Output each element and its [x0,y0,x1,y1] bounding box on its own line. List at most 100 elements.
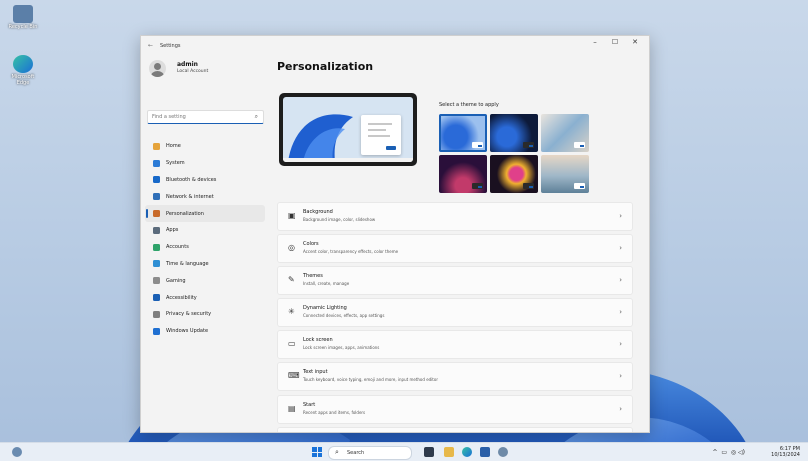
sidebar-item-label: Gaming [166,277,186,284]
sidebar-item-system[interactable]: System [145,155,265,172]
settings-row-colors[interactable]: ◎ Colors Accent color, transparency effect… [277,234,633,264]
store-icon[interactable] [480,447,490,457]
sidebar-item-network-internet[interactable]: Network & internet [145,188,265,205]
sidebar-item-home[interactable]: Home [145,138,265,155]
sidebar-item-windows-update[interactable]: Windows Update [145,323,265,340]
sidebar-item-label: Accessibility [166,294,197,301]
chevron-right-icon: › [619,372,622,381]
search-placeholder: Find a setting [152,114,186,120]
theme-thumb-windows-dark[interactable] [490,114,538,152]
volume-icon[interactable]: ◁) [738,449,745,456]
sidebar-item-personalization[interactable]: Personalization [145,205,265,222]
globe-icon [153,260,160,268]
settings-row-dynamic-lighting[interactable]: ✳ Dynamic Lighting Connected devices, effe… [277,298,633,328]
search-icon: ⌕ [254,113,258,120]
accessibility-icon [153,294,160,302]
setting-description: Touch keyboard, voice typing, emoji and … [303,377,438,383]
settings-app-icon[interactable] [498,447,508,457]
sidebar-item-accessibility[interactable]: Accessibility [145,289,265,306]
network-icon[interactable]: ◎ [731,449,736,456]
maximize-button[interactable]: ☐ [605,38,625,46]
edge-icon[interactable] [462,447,472,457]
clock[interactable]: 6:17 PM 10/13/2024 [771,446,800,458]
settings-row-start[interactable]: ▤ Start Recent apps and items, folders › [277,394,633,424]
settings-row-background[interactable]: ▣ Background Background image, color, slid… [277,202,633,231]
sidebar-item-label: Privacy & security [166,311,212,318]
pen-icon: ✎ [288,275,295,285]
widgets-icon[interactable] [12,447,22,457]
chevron-right-icon: › [619,276,622,285]
theme-thumb-captured-motion[interactable] [439,155,487,193]
sidebar-item-privacy-security[interactable]: Privacy & security [145,306,265,323]
chevron-right-icon: › [619,340,622,349]
accounts-icon [153,243,160,251]
keyboard-icon: ⌨ [288,371,300,381]
search-icon: ⌕ [335,448,339,456]
setting-title: Lock screen [303,337,333,344]
account-type: Local Account [177,69,209,74]
sidebar-item-label: Time & language [166,260,209,267]
chevron-right-icon: › [619,212,622,220]
close-button[interactable]: ✕ [625,38,645,46]
theme-thumb-windows-light[interactable] [439,114,487,152]
sidebar-item-label: Apps [166,227,179,234]
page-title: Personalization [277,60,374,73]
home-icon [153,142,160,150]
desktop-icon-recycle-bin[interactable]: Recycle Bin [6,5,40,30]
start-button[interactable] [312,447,322,457]
main-content: Personalization Select a theme to apply [269,54,649,432]
recycle-bin-icon [13,5,33,23]
start-icon: ▤ [288,403,296,413]
chevron-right-icon: › [619,404,622,413]
theme-thumb-flow[interactable] [490,155,538,193]
chevron-up-icon[interactable]: ^ [713,449,718,456]
taskbar-search[interactable]: ⌕ Search [328,446,412,460]
theme-thumb-sunrise[interactable] [541,155,589,193]
settings-window: ← Settings – ☐ ✕ admin Local Account Fin… [140,35,650,433]
setting-title: Text input [303,369,328,376]
user-profile[interactable]: admin Local Account [149,60,208,77]
theme-thumb-glow[interactable] [541,114,589,152]
settings-row-taskbar[interactable]: ▭TaskbarTaskbar behaviors, system pins› [277,426,633,432]
theme-label: Select a theme to apply [439,102,499,108]
setting-title: Start [303,401,316,408]
search-input[interactable]: Find a setting ⌕ [147,110,264,124]
brush-icon [153,210,160,218]
sidebar-item-apps[interactable]: Apps [145,222,265,239]
sidebar-item-accounts[interactable]: Accounts [145,239,265,256]
title-bar: ← Settings – ☐ ✕ [141,36,649,54]
nav-list: Home System Bluetooth & devices Network & i… [145,138,265,340]
chevron-right-icon: › [619,308,622,317]
setting-description: Recent apps and items, folders [303,409,366,415]
sidebar-item-label: Accounts [166,244,189,251]
minimize-button[interactable]: – [585,38,605,46]
sidebar-item-label: Bluetooth & devices [166,176,217,183]
sidebar-item-bluetooth-devices[interactable]: Bluetooth & devices [145,172,265,189]
avatar [149,60,166,77]
sidebar-item-label: System [166,160,185,167]
taskbar-search-label: Search [347,450,365,456]
settings-row-text-input[interactable]: ⌨ Text input Touch keyboard, voice typing,… [277,362,633,392]
sidebar-item-label: Home [166,143,181,150]
edge-icon [13,55,33,73]
sidebar-item-label: Network & internet [166,193,214,200]
image-icon: ▣ [288,211,296,220]
settings-row-themes[interactable]: ✎ Themes Install, create, manage › [277,266,633,296]
tray-icons[interactable]: ^ ▭ ◎ ◁) [713,449,746,456]
user-name: admin [177,61,198,68]
file-explorer-icon[interactable] [444,447,454,457]
chevron-right-icon: › [619,244,622,253]
settings-list: ▣ Background Background image, color, slid… [277,202,633,432]
taskbar: ⌕ Search ^ ▭ ◎ ◁) 6:17 PM 10/13/2024 [0,442,808,461]
back-arrow-icon[interactable]: ← [148,42,153,49]
task-view-icon[interactable] [424,447,434,457]
shield-icon [153,310,160,318]
lock-screen-icon: ▭ [288,339,296,349]
lighting-icon: ✳ [288,307,295,317]
network-icon [153,193,160,201]
keyboard-layout-icon[interactable]: ▭ [721,449,727,456]
sidebar-item-gaming[interactable]: Gaming [145,272,265,289]
settings-row-lock-screen[interactable]: ▭ Lock screen Lock screen images, apps, an… [277,330,633,360]
desktop-icon-edge[interactable]: Microsoft Edge [6,55,40,86]
sidebar-item-time-language[interactable]: Time & language [145,256,265,273]
